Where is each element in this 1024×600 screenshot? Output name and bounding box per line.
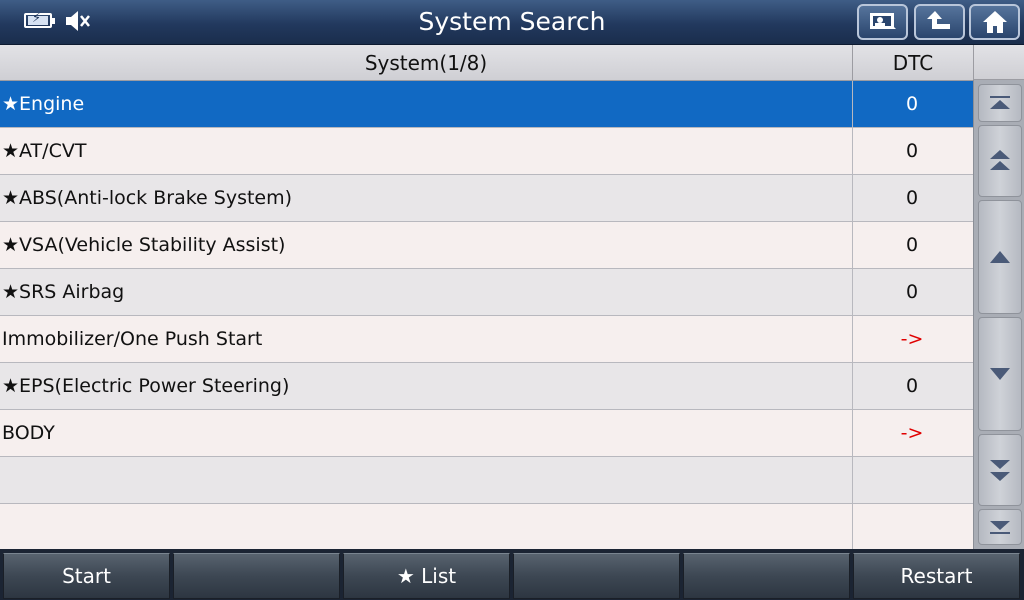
system-name: ★EPS(Electric Power Steering): [2, 363, 853, 409]
table-row[interactable]: Immobilizer/One Push Start ->: [0, 316, 973, 363]
header-corner: [973, 45, 1024, 80]
line-up-icon: [990, 251, 1010, 263]
table-row[interactable]: ★EPS(Electric Power Steering) 0: [0, 363, 973, 410]
scroll-bottom-button[interactable]: [978, 509, 1022, 545]
blank-button-2[interactable]: [513, 553, 680, 599]
start-button[interactable]: Start: [3, 553, 170, 599]
system-column-header: System(1/8): [0, 45, 853, 80]
system-name: ★AT/CVT: [2, 128, 853, 174]
dtc-value: 0: [905, 375, 919, 397]
scroll-bottom-icon: [990, 521, 1010, 534]
system-name: Immobilizer/One Push Start: [2, 316, 853, 362]
dtc-value: ->: [900, 422, 924, 444]
table-row[interactable]: ★AT/CVT 0: [0, 128, 973, 175]
system-name: [2, 457, 853, 503]
system-name: [2, 504, 853, 550]
system-name: ★VSA(Vehicle Stability Assist): [2, 222, 853, 268]
page-down-icon: [990, 460, 1010, 481]
dtc-value: [853, 457, 971, 503]
scroll-controls: [973, 80, 1024, 549]
system-name: BODY: [2, 410, 853, 456]
system-name: ★ABS(Anti-lock Brake System): [2, 175, 853, 221]
dtc-value: 0: [905, 281, 919, 303]
page-down-button[interactable]: [978, 434, 1022, 506]
scroll-top-icon: [990, 96, 1010, 109]
table-row[interactable]: ★Engine 0: [0, 81, 973, 128]
system-name: ★Engine: [2, 81, 853, 127]
dtc-value: [853, 504, 971, 550]
table-row[interactable]: ★VSA(Vehicle Stability Assist) 0: [0, 222, 973, 269]
scroll-top-button[interactable]: [978, 84, 1022, 122]
page-up-button[interactable]: [978, 125, 1022, 197]
table-row[interactable]: ★SRS Airbag 0: [0, 269, 973, 316]
page-up-icon: [990, 150, 1010, 170]
back-button[interactable]: [914, 4, 965, 40]
blank-button-1[interactable]: [173, 553, 340, 599]
table-header: System(1/8) DTC: [0, 45, 973, 81]
dtc-column-header: DTC: [892, 51, 934, 75]
bottom-toolbar: Start ★ List Restart: [0, 549, 1024, 600]
home-button[interactable]: [969, 4, 1020, 40]
line-down-button[interactable]: [978, 317, 1022, 431]
blank-button-3[interactable]: [683, 553, 850, 599]
print-screen-icon: [869, 13, 896, 29]
dtc-value: 0: [905, 140, 919, 162]
home-icon: [982, 11, 1007, 33]
dtc-value: 0: [905, 93, 919, 115]
title-bar: System Search: [0, 0, 1024, 45]
line-up-button[interactable]: [978, 200, 1022, 314]
table-row[interactable]: [0, 457, 973, 504]
back-up-icon: [926, 11, 950, 29]
table-row[interactable]: BODY ->: [0, 410, 973, 457]
table-row[interactable]: [0, 504, 973, 551]
line-down-icon: [990, 368, 1010, 380]
dtc-value: 0: [905, 234, 919, 256]
dtc-value: ->: [900, 328, 924, 350]
dtc-value: 0: [905, 187, 919, 209]
restart-button[interactable]: Restart: [853, 553, 1020, 599]
system-table: System(1/8) DTC ★Engine 0 ★AT/CVT 0 ★ABS(Ant…: [0, 45, 973, 551]
list-button[interactable]: ★ List: [343, 553, 510, 599]
system-list: ★Engine 0 ★AT/CVT 0 ★ABS(Anti-lock Brake Sys…: [0, 81, 973, 551]
table-row[interactable]: ★ABS(Anti-lock Brake System) 0: [0, 175, 973, 222]
print-screen-button[interactable]: [857, 4, 908, 40]
system-name: ★SRS Airbag: [2, 269, 853, 315]
